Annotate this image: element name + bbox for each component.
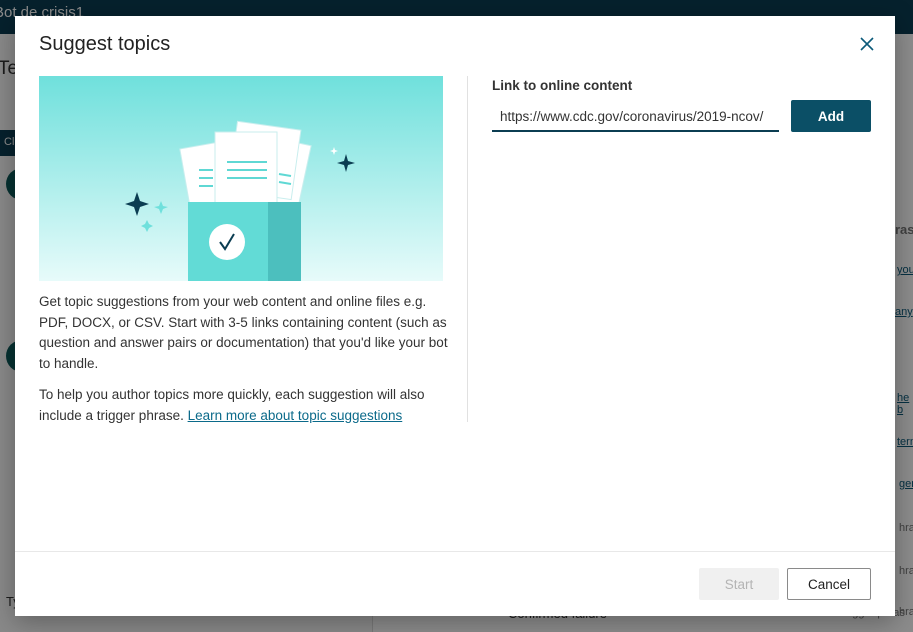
link-url-input[interactable] <box>492 102 779 132</box>
topic-suggestions-illustration <box>39 76 443 281</box>
close-button[interactable] <box>857 34 877 54</box>
learn-more-link[interactable]: Learn more about topic suggestions <box>188 408 403 423</box>
description-paragraph: To help you author topics more quickly, … <box>39 385 449 426</box>
start-button[interactable]: Start <box>699 568 779 600</box>
dialog-description: Get topic suggestions from your web cont… <box>39 292 449 437</box>
link-field-label: Link to online content <box>492 78 633 93</box>
description-paragraph: Get topic suggestions from your web cont… <box>39 294 448 371</box>
footer-divider <box>15 551 895 552</box>
suggest-topics-dialog: Suggest topics Get topic suggestions fro… <box>15 16 895 616</box>
dialog-title: Suggest topics <box>39 33 171 55</box>
column-divider <box>467 76 468 422</box>
cancel-button[interactable]: Cancel <box>787 568 871 600</box>
add-button[interactable]: Add <box>791 100 871 132</box>
close-icon <box>860 37 874 51</box>
